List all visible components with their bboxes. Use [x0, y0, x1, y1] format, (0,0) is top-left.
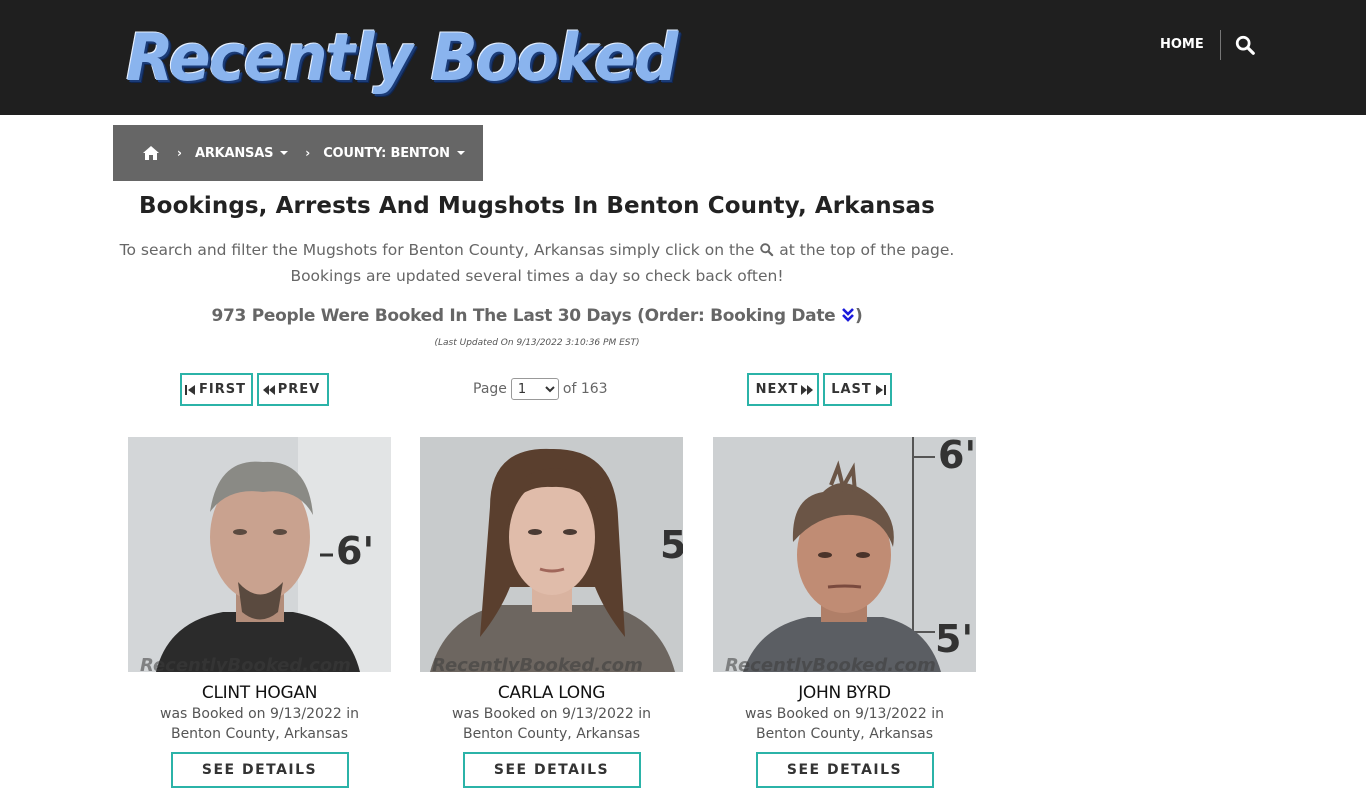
booking-card[interactable]: 6' RecentlyBooked.com CLINT HOGAN was Bo…	[128, 437, 391, 788]
height-marker: 5'	[935, 617, 974, 661]
step-forward-icon	[875, 384, 886, 395]
prev-page-label: PREV	[277, 382, 321, 397]
breadcrumb-county-dropdown[interactable]: COUNTY: BENTON	[323, 146, 465, 161]
home-icon[interactable]	[142, 145, 160, 161]
see-details-button[interactable]: SEE DETAILS	[755, 752, 934, 788]
mugshot-image[interactable]: 5 RecentlyBooked.com	[420, 437, 683, 672]
mugshot-photo	[420, 437, 683, 672]
page-title: Bookings, Arrests And Mugshots In Benton…	[139, 193, 935, 219]
chevron-right-icon: ›	[177, 146, 182, 160]
person-name[interactable]: JOHN BYRD	[713, 682, 976, 704]
search-icon[interactable]	[1234, 34, 1256, 56]
person-name[interactable]: CLINT HOGAN	[128, 682, 391, 704]
intro-line2: Bookings are updated several times a day…	[290, 267, 784, 285]
site-logo[interactable]: Recently Booked	[126, 16, 678, 100]
double-chevron-down-icon[interactable]	[841, 307, 855, 323]
booking-location-text: Benton County, Arkansas	[170, 726, 349, 742]
first-page-label: FIRST	[199, 382, 246, 397]
last-page-button[interactable]: LAST	[823, 373, 892, 406]
last-updated: (Last Updated On 9/13/2022 3:10:36 PM ES…	[434, 338, 640, 348]
chevron-right-icon: ›	[305, 146, 311, 160]
backward-icon	[262, 384, 275, 395]
next-page-label: NEXT	[755, 382, 799, 397]
mugshot-watermark: RecentlyBooked.com	[140, 655, 351, 672]
breadcrumb-state-label: ARKANSAS	[194, 145, 274, 161]
booking-location-text: Benton County, Arkansas	[462, 726, 641, 742]
person-name[interactable]: CARLA LONG	[420, 682, 683, 704]
booking-date-text: was Booked on 9/13/2022 in	[745, 706, 944, 722]
height-marker: 5	[660, 523, 683, 567]
booking-date-text: was Booked on 9/13/2022 in	[452, 706, 651, 722]
mugshot-watermark: RecentlyBooked.com	[432, 655, 643, 672]
intro-line1-start: To search and filter the Mugshots for Be…	[119, 241, 755, 259]
intro-line1-end: at the top of the page.	[779, 241, 955, 259]
see-details-button[interactable]: SEE DETAILS	[170, 752, 349, 788]
forward-icon	[801, 384, 814, 395]
height-marker: 6'	[938, 437, 976, 477]
first-page-button[interactable]: FIRST	[180, 373, 253, 406]
booked-count-close: )	[855, 306, 863, 326]
last-page-label: LAST	[831, 382, 872, 397]
prev-page-button[interactable]: PREV	[257, 373, 329, 406]
height-marker: 6'	[336, 529, 375, 573]
mugshot-watermark: RecentlyBooked.com	[725, 655, 936, 672]
page-total: of 163	[562, 381, 608, 397]
booking-card[interactable]: 6' 5' RecentlyBooked.com JOHN BYRD was B…	[713, 437, 976, 788]
see-details-button[interactable]: SEE DETAILS	[462, 752, 641, 788]
site-header: Recently Booked HOME	[0, 0, 1366, 115]
next-page-button[interactable]: NEXT	[747, 373, 819, 406]
breadcrumb-state-dropdown[interactable]: ARKANSAS	[194, 145, 289, 161]
mugshot-image[interactable]: 6' 5' RecentlyBooked.com	[713, 437, 976, 672]
breadcrumb: › ARKANSAS › COUNTY: BENTON	[113, 125, 483, 181]
booking-location-text: Benton County, Arkansas	[755, 726, 934, 742]
booking-date-text: was Booked on 9/13/2022 in	[160, 706, 359, 722]
mugshot-image[interactable]: 6' RecentlyBooked.com	[128, 437, 391, 672]
intro-text: To search and filter the Mugshots for Be…	[113, 237, 961, 289]
search-icon	[760, 243, 774, 257]
page-label: Page	[473, 381, 507, 397]
caret-down-icon	[280, 151, 289, 155]
booked-count-text: 973 People Were Booked In The Last 30 Da…	[211, 306, 836, 326]
step-backward-icon	[185, 384, 196, 395]
page-number-select[interactable]: 1	[510, 378, 559, 400]
breadcrumb-county-label: COUNTY: BENTON	[323, 145, 450, 161]
booking-card[interactable]: 5 RecentlyBooked.com CARLA LONG was Book…	[420, 437, 683, 788]
caret-down-icon	[456, 151, 465, 155]
page-selector: Page 1 of 163	[473, 377, 608, 401]
nav-home-link[interactable]: HOME	[1160, 35, 1204, 55]
booked-count-heading: 973 People Were Booked In The Last 30 Da…	[113, 303, 961, 329]
nav-divider	[1220, 30, 1221, 60]
